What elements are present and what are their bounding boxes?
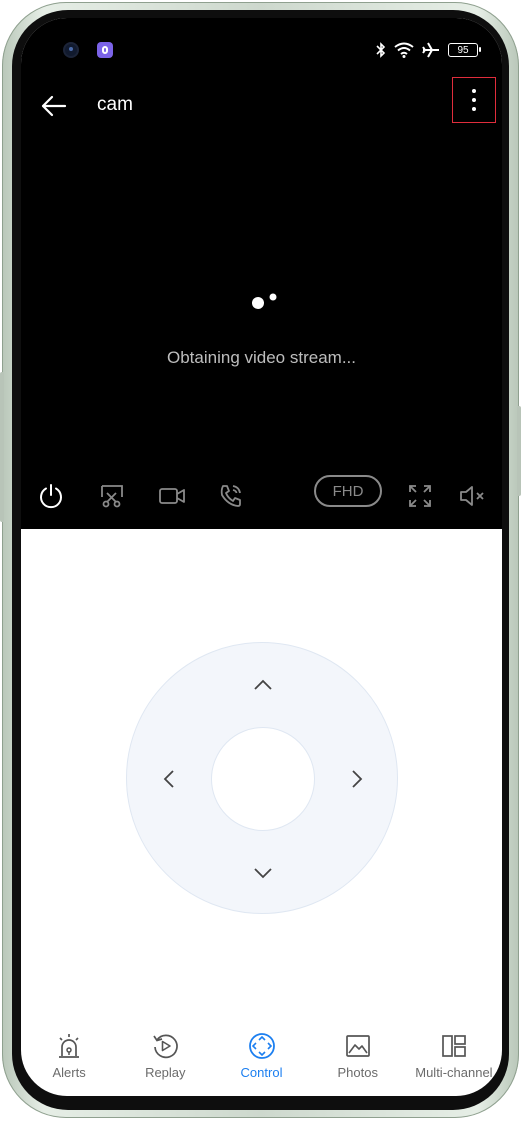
stream-status-text: Obtaining video stream... (167, 348, 356, 367)
airplane-icon (422, 42, 439, 58)
replay-icon (153, 1034, 179, 1059)
ptz-center (211, 727, 315, 831)
status-bar: 95 (21, 18, 502, 78)
more-dot (472, 98, 476, 102)
mute-button[interactable] (456, 480, 488, 512)
side-button (0, 372, 4, 522)
power-icon (40, 484, 62, 509)
tab-label: Photos (337, 1065, 378, 1080)
ptz-left-button[interactable] (157, 767, 181, 791)
tab-replay[interactable]: Replay (117, 1032, 213, 1096)
fullscreen-icon (409, 485, 431, 507)
tab-multi-channel[interactable]: Multi-channel (406, 1032, 502, 1096)
tab-label: Replay (145, 1065, 186, 1080)
screen: 95 cam Obtaining video stream... FHD Ale… (21, 18, 502, 1096)
video-area: 95 cam Obtaining video stream... FHD (21, 18, 502, 529)
record-button[interactable] (156, 480, 188, 512)
intercom-button[interactable] (215, 480, 247, 512)
more-dot (472, 89, 476, 93)
power-toggle-button[interactable] (35, 480, 67, 512)
chevron-up-icon (254, 679, 272, 690)
multi-channel-icon (442, 1035, 466, 1057)
tab-label: Control (240, 1065, 283, 1080)
loading-spinner-icon (252, 293, 277, 309)
app-notification-icon (97, 42, 113, 58)
photos-icon (345, 1035, 370, 1057)
quality-toggle-button[interactable]: FHD (314, 475, 382, 507)
app-header: cam (21, 80, 502, 132)
ptz-direction-pad (126, 642, 398, 914)
bluetooth-icon (376, 42, 386, 58)
tab-label: Multi-channel (415, 1065, 493, 1080)
page-title: cam (97, 94, 133, 115)
tab-label: Alerts (52, 1065, 86, 1080)
fullscreen-button[interactable] (404, 480, 436, 512)
screenshot-button[interactable] (96, 480, 128, 512)
wifi-icon (394, 42, 414, 58)
video-toolbar: FHD (21, 474, 502, 516)
back-arrow-icon[interactable] (39, 92, 69, 120)
status-icons: 95 (376, 40, 481, 60)
speaker-muted-icon (460, 486, 484, 506)
more-dot (472, 107, 476, 111)
video-camera-icon (159, 488, 185, 504)
tab-alerts[interactable]: Alerts (21, 1032, 117, 1096)
chevron-down-icon (254, 868, 272, 879)
ptz-up-button[interactable] (251, 673, 275, 697)
more-options-button[interactable] (452, 77, 496, 123)
scissors-icon (101, 485, 123, 508)
tab-photos[interactable]: Photos (310, 1032, 406, 1096)
alarm-icon (59, 1034, 80, 1058)
ptz-right-button[interactable] (345, 767, 369, 791)
power-button (517, 406, 521, 496)
phone-call-icon (220, 485, 241, 507)
tab-control[interactable]: Control (213, 1032, 309, 1096)
chevron-right-icon (352, 770, 363, 788)
chevron-left-icon (163, 770, 174, 788)
control-icon (248, 1033, 275, 1059)
front-camera (65, 44, 77, 56)
ptz-down-button[interactable] (251, 861, 275, 885)
bottom-tab-bar: Alerts Replay Control Photos Multi-chann… (21, 1032, 502, 1096)
battery-indicator: 95 (448, 43, 481, 57)
